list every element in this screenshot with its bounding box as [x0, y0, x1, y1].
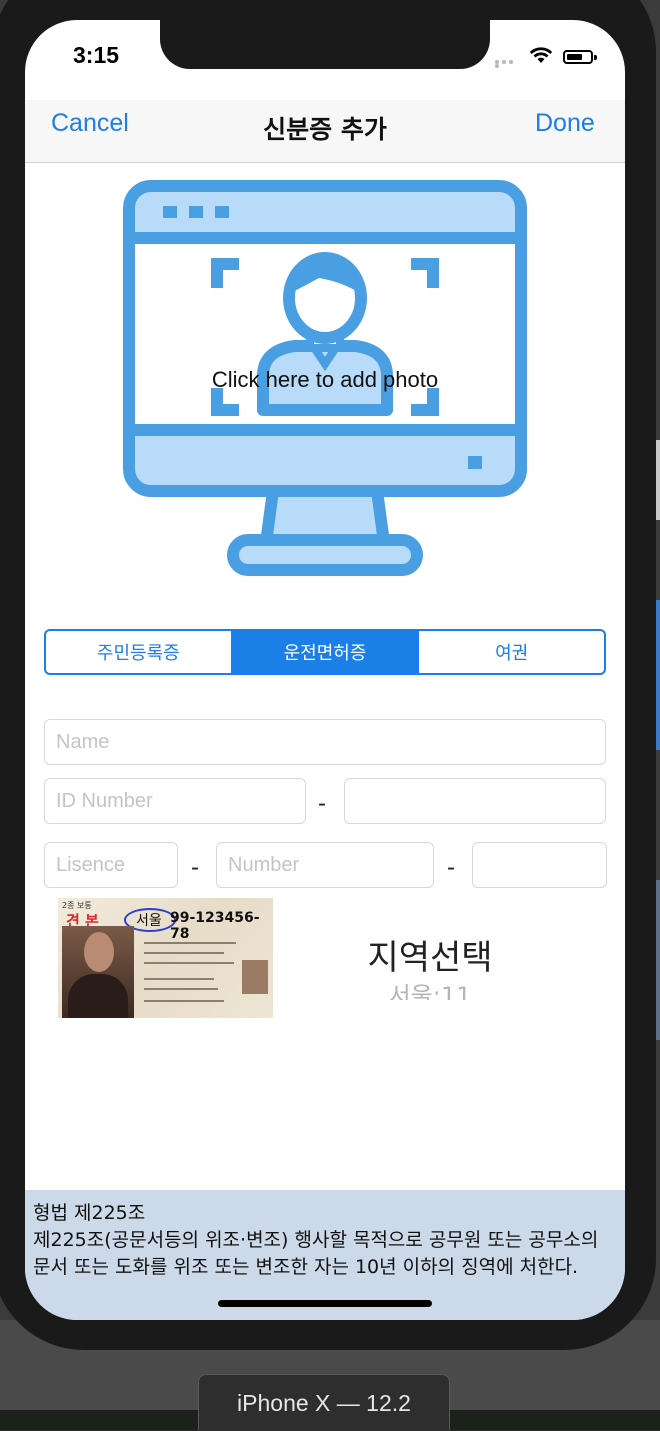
- license-separator-2: -: [447, 854, 455, 881]
- license-portrait: [62, 926, 134, 1018]
- tab-passport[interactable]: 여권: [417, 631, 604, 673]
- license-sample-image: 2종 보통 견 본 서울 99-123456-78: [58, 898, 273, 1018]
- law-text: 제225조(공문서등의 위조·변조) 행사할 목적으로 공무원 또는 공무소의 …: [33, 1229, 599, 1278]
- license-last-field[interactable]: [472, 842, 607, 888]
- battery-icon: [563, 50, 597, 64]
- signal-icon: [495, 60, 521, 68]
- phone-screen: 3:15 Cancel 신분증 추가 Done Click here to ad…: [25, 20, 625, 1320]
- license-small-portrait: [242, 960, 268, 994]
- done-button[interactable]: Done: [535, 109, 595, 138]
- id-type-segmented-control: 주민등록증 운전면허증 여권: [44, 629, 606, 675]
- region-picker-value[interactable]: 서울:11: [365, 978, 495, 1000]
- id-separator: -: [318, 790, 326, 817]
- license-separator: -: [191, 854, 199, 881]
- license-number-field[interactable]: [216, 842, 434, 888]
- add-photo-label: Click here to add photo: [211, 367, 439, 392]
- id-number-field[interactable]: [44, 778, 306, 824]
- license-number-text: 99-123456-78: [170, 910, 260, 942]
- navigation-bar: Cancel 신분증 추가 Done: [25, 100, 625, 163]
- tab-driver-license[interactable]: 운전면허증: [230, 631, 418, 673]
- region-select-title[interactable]: 지역선택: [345, 930, 515, 979]
- name-field[interactable]: [44, 719, 606, 765]
- home-indicator[interactable]: [218, 1300, 432, 1307]
- tab-resident-card[interactable]: 주민등록증: [46, 631, 231, 673]
- wifi-icon: [529, 47, 553, 63]
- status-time: 3:15: [73, 42, 120, 68]
- simulator-device-label: iPhone X — 12.2: [198, 1374, 450, 1430]
- license-region-text: 서울: [136, 913, 162, 929]
- legal-notice-text: 형법 제225조 제225조(공문서등의 위조·변조) 행사할 목적으로 공무원…: [33, 1200, 617, 1281]
- law-title: 형법 제225조: [33, 1202, 146, 1224]
- license-region-field[interactable]: [44, 842, 178, 888]
- id-number-second-field[interactable]: [344, 778, 606, 824]
- device-notch: [160, 20, 490, 69]
